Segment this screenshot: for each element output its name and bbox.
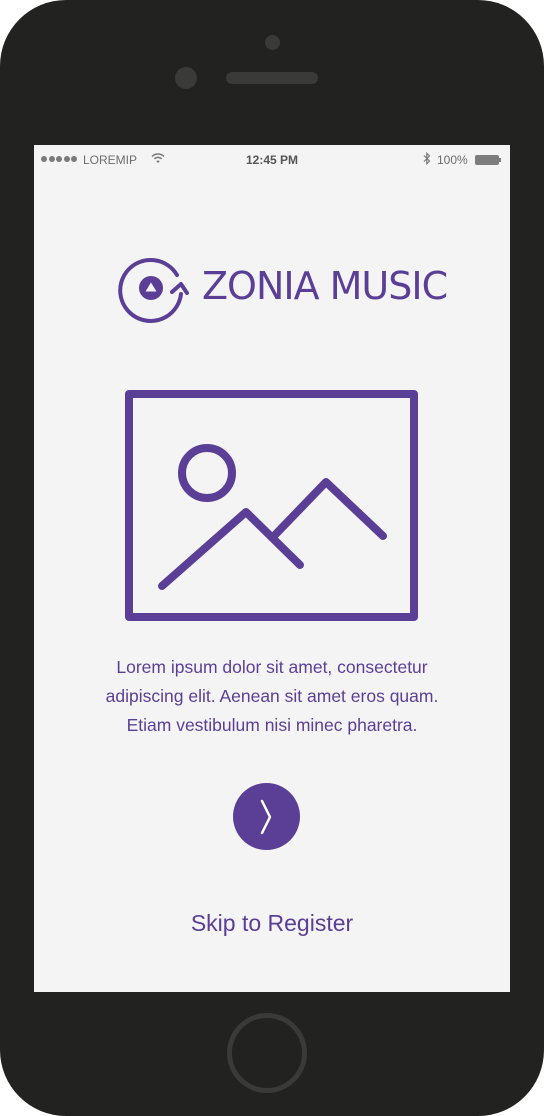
battery-tip bbox=[499, 158, 501, 162]
front-sensor bbox=[265, 35, 280, 50]
earpiece-speaker bbox=[226, 72, 318, 84]
screen: LOREMIP 12:45 PM 100% ZONIA MUSIC Lorem … bbox=[34, 145, 510, 992]
description-line: Lorem ipsum dolor sit amet, consectetur bbox=[116, 657, 428, 677]
status-bar: LOREMIP 12:45 PM 100% bbox=[34, 145, 510, 175]
battery-percentage: 100% bbox=[437, 153, 468, 167]
home-button[interactable] bbox=[227, 1013, 307, 1093]
brand-name: ZONIA MUSIC bbox=[202, 264, 448, 308]
front-camera bbox=[175, 67, 197, 89]
image-placeholder-icon bbox=[125, 390, 418, 621]
music-sync-logo-icon bbox=[118, 257, 189, 323]
description-line: adipiscing elit. Aenean sit amet eros qu… bbox=[105, 686, 439, 706]
chevron-right-icon bbox=[260, 799, 272, 835]
phone-frame: LOREMIP 12:45 PM 100% ZONIA MUSIC Lorem … bbox=[0, 0, 544, 1116]
description-line: Etiam vestibulum nisi minec pharetra. bbox=[126, 715, 418, 735]
battery-icon bbox=[475, 155, 499, 165]
skip-to-register-link[interactable]: Skip to Register bbox=[34, 910, 510, 937]
onboarding-description: Lorem ipsum dolor sit amet, consectetur … bbox=[54, 653, 490, 740]
next-button[interactable] bbox=[233, 783, 300, 850]
bluetooth-icon bbox=[423, 151, 431, 168]
